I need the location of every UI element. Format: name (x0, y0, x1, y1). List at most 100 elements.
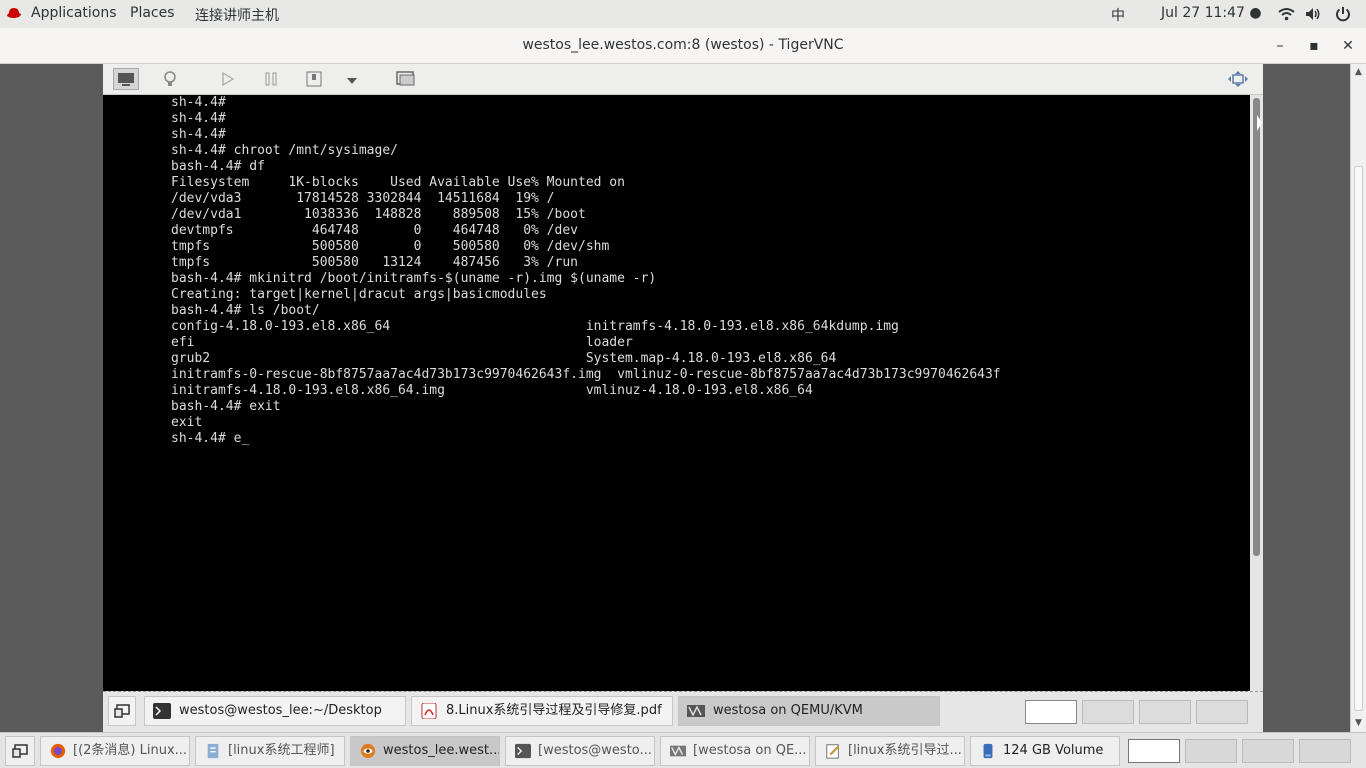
virt-manager-icon (670, 745, 686, 757)
remote-workspace-4[interactable] (1196, 700, 1248, 724)
terminal-line: exit (171, 415, 203, 430)
pdf-viewer-icon (421, 703, 437, 719)
minimize-button[interactable]: – (1270, 36, 1290, 56)
terminal-line: sh-4.4# (171, 111, 226, 126)
task-document[interactable]: [linux系统工程师] (195, 736, 345, 766)
pause-icon (265, 72, 277, 86)
terminal-line: efi loader (171, 335, 633, 350)
console-view-button[interactable] (113, 68, 139, 90)
remote-taskbar: westos@westos_lee:~/Desktop 8.Linux系统引导过… (103, 691, 1263, 732)
task-label: [westosa on QE... (693, 743, 807, 758)
snapshot-button[interactable] (393, 68, 419, 90)
power-icon[interactable] (1335, 6, 1351, 22)
lightbulb-icon (164, 71, 176, 86)
remote-task-pdf[interactable]: 8.Linux系统引导过程及引导修复.pdf (411, 696, 673, 726)
tigervnc-icon (360, 743, 376, 759)
mouse-cursor-icon (1257, 115, 1262, 131)
fullscreen-button[interactable] (1225, 68, 1251, 90)
pause-button[interactable] (258, 68, 284, 90)
task-label: [westos@westo... (538, 743, 652, 758)
shutdown-button[interactable] (301, 68, 327, 90)
volume-icon[interactable] (1305, 7, 1322, 21)
workspace-3[interactable] (1242, 739, 1294, 763)
remote-task-label: 8.Linux系统引导过程及引导修复.pdf (446, 703, 662, 718)
remote-workspace-1[interactable] (1025, 700, 1077, 724)
bottom-taskbar: [(2条消息) Linux... [linux系统工程师] westos_lee… (0, 732, 1366, 768)
terminal-line: /dev/vda3 17814528 3302844 14511684 19% … (171, 191, 555, 206)
task-virt-manager[interactable]: [westosa on QE... (660, 736, 810, 766)
shutdown-menu-button[interactable] (339, 68, 365, 90)
terminal-line: Creating: target|kernel|dracut args|basi… (171, 287, 547, 302)
guest-console[interactable]: sh-4.4# sh-4.4# sh-4.4# sh-4.4# chroot /mnt… (103, 95, 1250, 691)
terminal-line: devtmpfs 464748 0 464748 0% /dev (171, 223, 578, 238)
document-icon (207, 743, 219, 759)
show-desktop-button[interactable] (5, 736, 35, 766)
workspace-2[interactable] (1185, 739, 1237, 763)
show-desktop-icon (114, 704, 130, 718)
task-firefox[interactable]: [(2条消息) Linux... (40, 736, 190, 766)
terminal-line: sh-4.4# (171, 127, 226, 142)
task-label: westos_lee.west... (383, 743, 500, 758)
terminal-line: /dev/vda1 1038336 148828 889508 15% /boo… (171, 207, 586, 222)
terminal-line: bash-4.4# df (171, 159, 265, 174)
screens-icon (396, 71, 415, 86)
drive-icon (983, 743, 993, 759)
terminal-line: bash-4.4# mkinitrd /boot/initramfs-$(una… (171, 271, 657, 286)
places-menu[interactable]: Places (130, 5, 175, 21)
terminal-line: sh-4.4# (171, 95, 226, 110)
details-view-button[interactable] (157, 68, 183, 90)
redhat-logo-icon (7, 8, 21, 18)
run-button[interactable] (215, 68, 241, 90)
maximize-button[interactable]: ▪ (1304, 36, 1324, 56)
show-desktop-icon (12, 744, 28, 758)
terminal-line: initramfs-4.18.0-193.el8.x86_64.img vmli… (171, 383, 813, 398)
task-text-editor[interactable]: [linux系统引导过... (815, 736, 965, 766)
terminal-line: sh-4.4# chroot /mnt/sysimage/ (171, 143, 398, 158)
terminal-line: tmpfs 500580 0 500580 0% /dev/shm (171, 239, 610, 254)
clock[interactable]: Jul 27 11:47 ● (1161, 5, 1262, 21)
window-title: westos_lee.westos.com:8 (westos) - Tiger… (522, 37, 844, 53)
remote-task-vm[interactable]: westosa on QEMU/KVM (678, 696, 940, 726)
remote-task-terminal[interactable]: westos@westos_lee:~/Desktop (144, 696, 406, 726)
applications-menu[interactable]: Applications (31, 5, 117, 21)
task-volume[interactable]: 124 GB Volume (970, 736, 1120, 766)
terminal-line: bash-4.4# exit (171, 399, 281, 414)
remote-task-label: westosa on QEMU/KVM (713, 703, 863, 718)
window-titlebar[interactable]: westos_lee.westos.com:8 (westos) - Tiger… (0, 28, 1366, 64)
task-tigervnc[interactable]: westos_lee.west... (350, 736, 500, 766)
console-scrollbar[interactable] (1250, 95, 1263, 691)
terminal-output[interactable]: sh-4.4# sh-4.4# sh-4.4# sh-4.4# chroot /mnt… (171, 95, 1001, 447)
console-scrollbar-thumb[interactable] (1253, 98, 1260, 556)
workspace-1[interactable] (1128, 739, 1180, 763)
monitor-icon (118, 73, 134, 86)
scroll-down-arrow-icon[interactable]: ▼ (1352, 716, 1365, 730)
text-editor-icon (826, 744, 840, 759)
window-scrollbar[interactable]: ▲ ▼ (1350, 64, 1366, 732)
task-terminal[interactable]: [westos@westo... (505, 736, 655, 766)
terminal-line: initramfs-0-rescue-8bf8757aa7ac4d73b173c… (171, 367, 1001, 382)
terminal-line: tmpfs 500580 13124 487456 3% /run (171, 255, 578, 270)
terminal-line: bash-4.4# ls /boot/ (171, 303, 320, 318)
task-label: [(2条消息) Linux... (73, 743, 188, 758)
remote-workspace-2[interactable] (1082, 700, 1134, 724)
workspace-4[interactable] (1299, 739, 1351, 763)
remote-workspace-3[interactable] (1139, 700, 1191, 724)
wifi-icon[interactable] (1278, 7, 1295, 21)
terminal-line: config-4.18.0-193.el8.x86_64 initramfs-4… (171, 319, 899, 334)
task-label: 124 GB Volume (1003, 743, 1104, 758)
scroll-up-arrow-icon[interactable]: ▲ (1352, 65, 1365, 79)
firefox-icon (50, 743, 66, 759)
task-label: [linux系统引导过... (848, 743, 962, 758)
remote-show-desktop-button[interactable] (108, 696, 136, 726)
window-scrollbar-thumb[interactable] (1354, 166, 1363, 711)
terminal-line: grub2 System.map-4.18.0-193.el8.x86_64 (171, 351, 837, 366)
play-icon (222, 71, 235, 87)
fullscreen-icon (1228, 71, 1248, 87)
power-button-icon (306, 71, 322, 87)
terminal-icon (153, 703, 171, 719)
connect-host-menu[interactable]: 连接讲师主机 (195, 5, 279, 25)
input-method-indicator[interactable]: 中 (1111, 5, 1125, 25)
close-button[interactable]: ✕ (1338, 36, 1358, 56)
task-label: [linux系统工程师] (228, 743, 335, 758)
remote-task-label: westos@westos_lee:~/Desktop (179, 703, 382, 718)
